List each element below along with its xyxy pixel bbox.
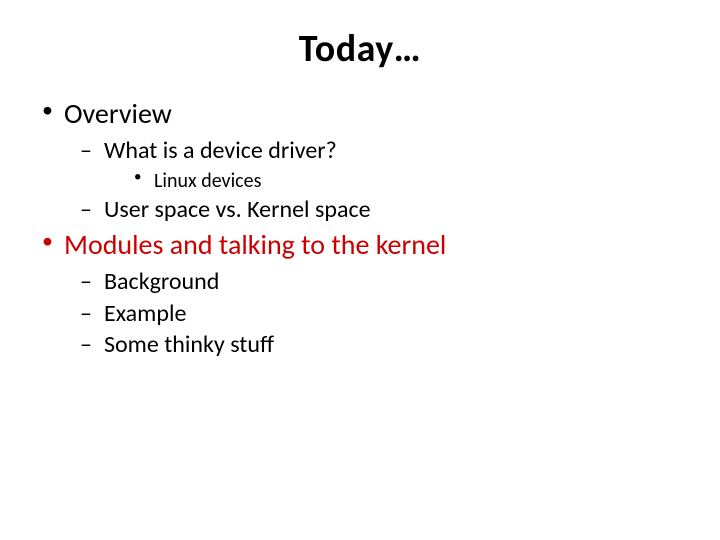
- bullet-text: Overview: [64, 96, 172, 131]
- slide: Today… Overview What is a device driver?…: [0, 0, 720, 540]
- bullet-linux-devices: Linux devices: [104, 168, 690, 194]
- bullet-thinky: Some thinky stuff: [64, 329, 690, 360]
- bullet-background: Background: [64, 266, 690, 297]
- bullet-example: Example: [64, 298, 690, 329]
- bullet-overview: Overview What is a device driver? Linux …: [30, 96, 690, 225]
- bullet-text: Background: [104, 267, 219, 296]
- bullet-list-level2: What is a device driver? Linux devices U…: [64, 135, 690, 225]
- bullet-text: Some thinky stuff: [104, 330, 274, 359]
- bullet-text: Linux devices: [154, 169, 261, 193]
- bullet-text: User space vs. Kernel space: [104, 195, 371, 224]
- bullet-list-level1: Overview What is a device driver? Linux …: [30, 96, 690, 360]
- bullet-text: What is a device driver?: [104, 136, 337, 165]
- bullet-modules: Modules and talking to the kernel Backgr…: [30, 227, 690, 360]
- slide-title: Today…: [30, 26, 690, 72]
- bullet-what-is-driver: What is a device driver? Linux devices: [64, 135, 690, 194]
- bullet-list-level3: Linux devices: [104, 168, 690, 194]
- bullet-user-vs-kernel: User space vs. Kernel space: [64, 194, 690, 225]
- bullet-text: Modules and talking to the kernel: [64, 227, 446, 262]
- bullet-text: Example: [104, 299, 186, 328]
- bullet-list-level2: Background Example Some thinky stuff: [64, 266, 690, 360]
